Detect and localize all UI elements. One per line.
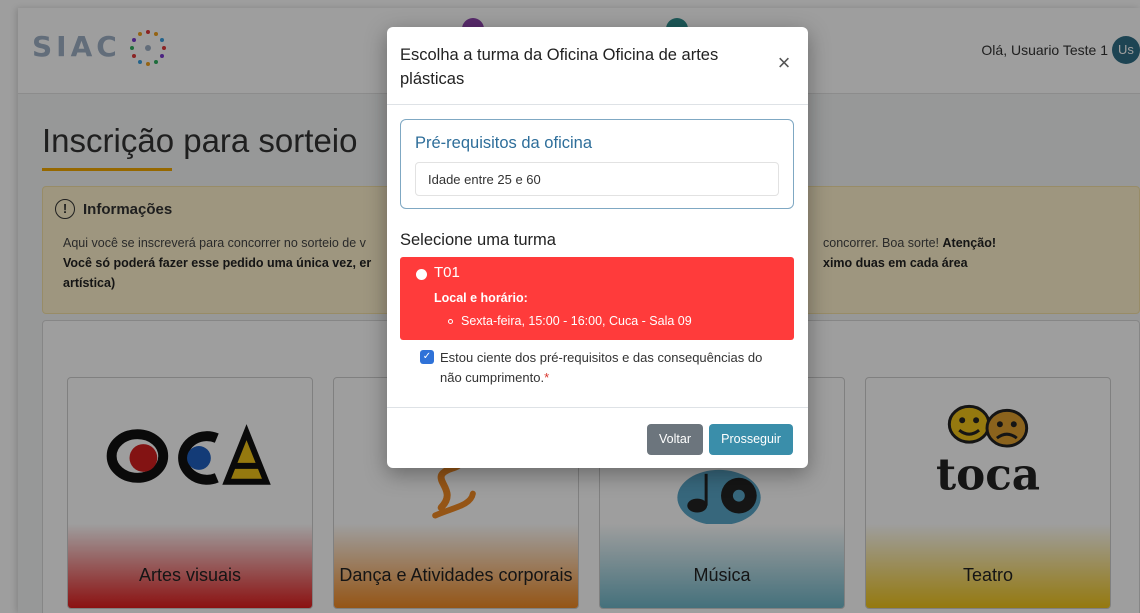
circle-bullet-icon: [448, 318, 453, 324]
acknowledge-checkbox[interactable]: ✓: [420, 350, 434, 364]
prerequisites-card: Pré-requisitos da oficina Idade entre 25…: [400, 119, 794, 209]
acknowledge-label[interactable]: Estou ciente dos pré-requisitos e das co…: [440, 348, 780, 388]
close-icon[interactable]: ×: [774, 52, 794, 74]
prerequisites-field: Idade entre 25 e 60: [415, 162, 779, 196]
turma-schedule: Sexta-feira, 15:00 - 16:00, Cuca - Sala …: [461, 314, 692, 328]
turma-option[interactable]: T01 Local e horário: Sexta-feira, 15:00 …: [400, 257, 794, 340]
acknowledge-text: Estou ciente dos pré-requisitos e das co…: [440, 350, 763, 385]
required-marker: *: [544, 370, 550, 385]
turma-radio[interactable]: [416, 269, 427, 280]
modal-footer: Voltar Prosseguir: [387, 407, 808, 468]
modal-header: Escolha a turma da Oficina Oficina de ar…: [387, 27, 808, 105]
select-turma-label: Selecione uma turma: [400, 231, 556, 249]
proceed-button[interactable]: Prosseguir: [709, 424, 793, 455]
modal-title: Escolha a turma da Oficina Oficina de ar…: [400, 46, 719, 88]
back-button[interactable]: Voltar: [647, 424, 703, 455]
prerequisites-title: Pré-requisitos da oficina: [415, 134, 593, 152]
turma-location-label: Local e horário:: [434, 291, 528, 305]
turma-schedule-item: Sexta-feira, 15:00 - 16:00, Cuca - Sala …: [448, 314, 692, 328]
turma-name: T01: [434, 264, 460, 281]
turma-modal: Escolha a turma da Oficina Oficina de ar…: [387, 27, 808, 468]
